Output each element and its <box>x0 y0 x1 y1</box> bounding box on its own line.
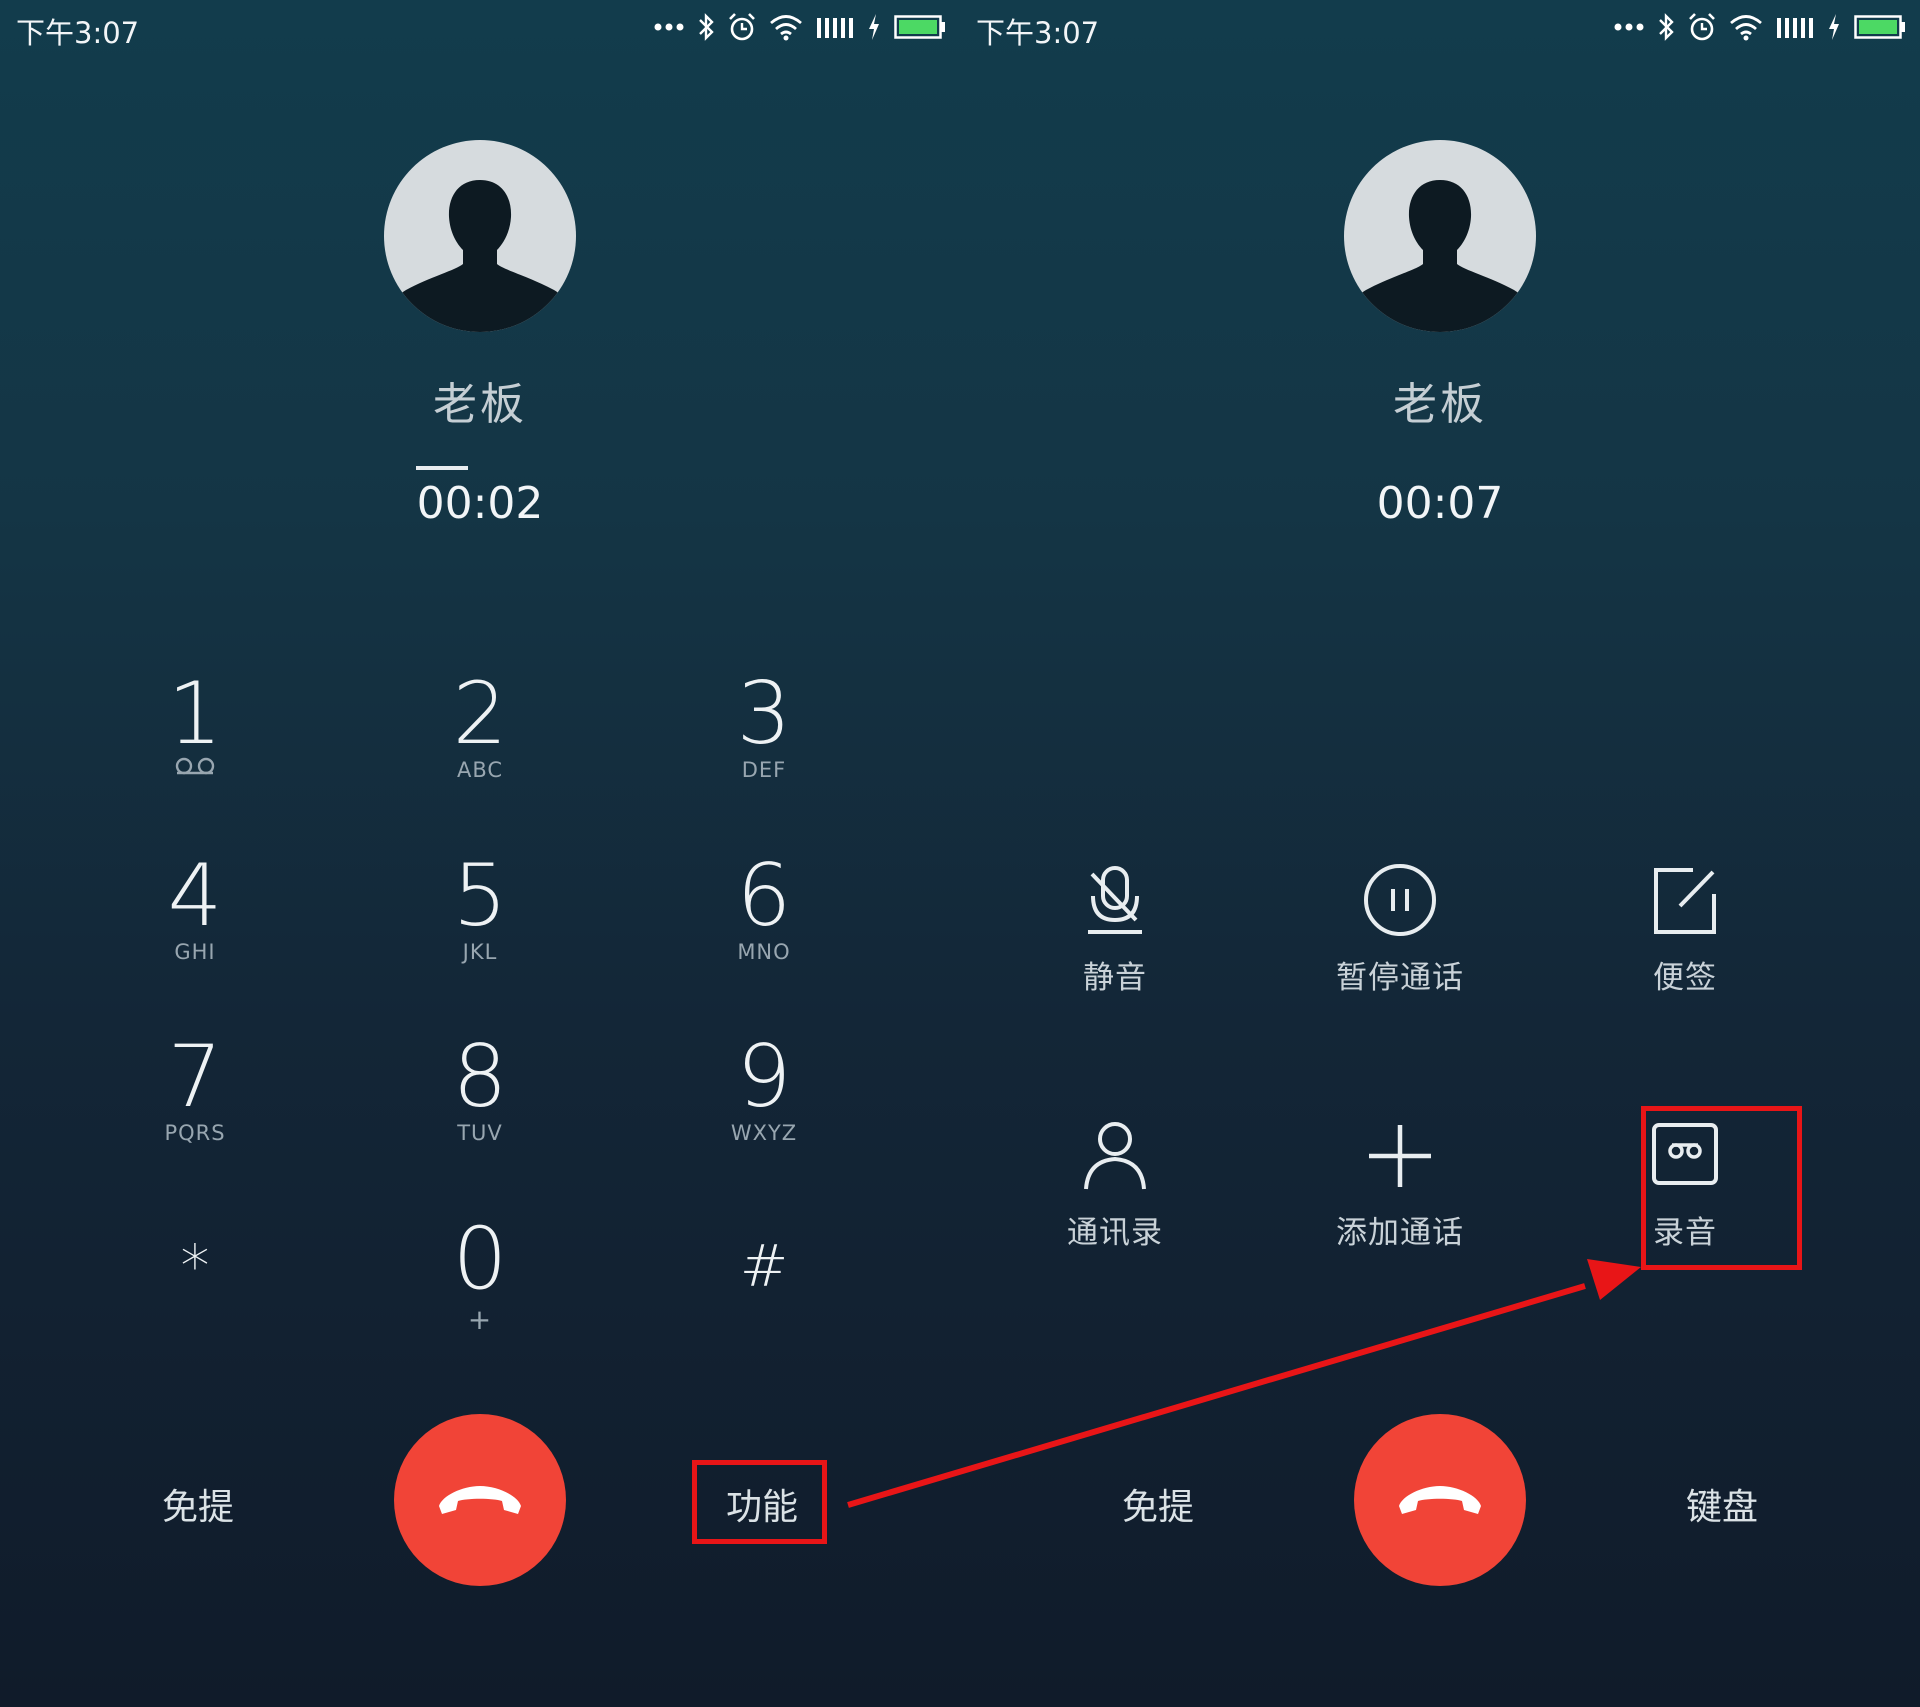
key-digit: 9 <box>736 1027 792 1127</box>
key-digit: * <box>180 1232 210 1300</box>
func-label: 暂停通话 <box>1336 960 1464 996</box>
contact-avatar <box>384 140 576 332</box>
status-bar: 下午3:07 <box>0 0 960 56</box>
key-digit: 6 <box>736 846 792 946</box>
key-star[interactable]: * <box>95 1220 295 1370</box>
key-letters: MNO <box>737 940 791 964</box>
battery-icon <box>894 15 945 39</box>
status-time: 下午3:07 <box>16 16 140 50</box>
func-label: 添加通话 <box>1336 1215 1464 1251</box>
key-digit: # <box>739 1232 789 1300</box>
key-letters: JKL <box>462 940 498 964</box>
call-screen-functions: 下午3:07 老板 00:07 静音 暂停通话 便签 通讯录 添加通话 录音 免… <box>960 0 1920 1707</box>
key-letters: GHI <box>174 940 216 964</box>
add-call-icon <box>1369 1125 1431 1187</box>
key-1[interactable]: 1 <box>95 668 295 818</box>
more-dots-icon <box>1614 23 1644 31</box>
key-letters: TUV <box>457 1121 503 1145</box>
func-label: 静音 <box>1083 960 1147 996</box>
speaker-button[interactable]: 免提 <box>108 1478 288 1530</box>
status-icons <box>1614 10 1906 44</box>
key-9[interactable]: 9 WXYZ <box>664 1031 864 1181</box>
add-call-button[interactable]: 添加通话 <box>1290 1117 1510 1287</box>
key-7[interactable]: 7 PQRS <box>95 1031 295 1181</box>
status-time: 下午3:07 <box>976 16 1100 50</box>
key-letters: DEF <box>741 758 787 782</box>
key-5[interactable]: 5 JKL <box>380 850 580 1000</box>
caller-info-divider <box>416 466 468 470</box>
pause-icon <box>1364 864 1436 936</box>
end-call-icon <box>1399 1486 1481 1514</box>
person-silhouette-icon <box>386 180 574 332</box>
alarm-icon <box>1689 13 1715 41</box>
key-letters: WXYZ <box>730 1121 798 1145</box>
contact-name: 老板 <box>433 379 527 430</box>
highlight-box-functions <box>692 1460 827 1544</box>
func-label: 便签 <box>1653 960 1717 996</box>
hold-call-button[interactable]: 暂停通话 <box>1290 862 1510 1032</box>
call-duration: 00:02 <box>416 478 544 529</box>
key-digit: 3 <box>736 664 792 764</box>
key-letters: + <box>467 1303 493 1336</box>
contact-name: 老板 <box>1393 379 1487 430</box>
note-button[interactable]: 便签 <box>1575 862 1795 1032</box>
status-icons <box>654 10 946 44</box>
key-2[interactable]: 2 ABC <box>380 668 580 818</box>
key-hash[interactable]: # <box>664 1220 864 1370</box>
call-screen-keypad: 下午3:07 老板 00:02 1 2 ABC 3 DEF 4 GHI 5 JK… <box>0 0 960 1707</box>
contacts-icon <box>1084 1122 1146 1190</box>
hangup-button[interactable] <box>1354 1414 1526 1586</box>
signal-icon <box>1777 18 1813 38</box>
battery-icon <box>1854 15 1905 39</box>
note-icon <box>1654 868 1716 934</box>
wifi-icon <box>1730 15 1762 41</box>
key-4[interactable]: 4 GHI <box>95 850 295 1000</box>
bluetooth-icon <box>1659 13 1674 41</box>
charging-icon <box>1829 14 1839 40</box>
speaker-button[interactable]: 免提 <box>1068 1478 1248 1530</box>
call-duration: 00:07 <box>1376 478 1504 529</box>
wifi-icon <box>770 15 802 41</box>
key-digit: 1 <box>167 664 223 764</box>
more-dots-icon <box>654 23 684 31</box>
key-digit: 4 <box>167 846 223 946</box>
voicemail-icon <box>175 757 215 775</box>
charging-icon <box>869 14 879 40</box>
key-letters: PQRS <box>164 1121 226 1145</box>
key-letters: ABC <box>456 758 504 782</box>
mute-mic-icon <box>1088 866 1142 934</box>
key-3[interactable]: 3 DEF <box>664 668 864 818</box>
key-digit: 7 <box>167 1027 223 1127</box>
end-call-icon <box>439 1486 521 1514</box>
keypad-button[interactable]: 键盘 <box>1632 1478 1812 1530</box>
key-8[interactable]: 8 TUV <box>380 1031 580 1181</box>
key-6[interactable]: 6 MNO <box>664 850 864 1000</box>
contacts-button[interactable]: 通讯录 <box>1005 1117 1225 1287</box>
alarm-icon <box>729 13 755 41</box>
contact-avatar <box>1344 140 1536 332</box>
highlight-box-record <box>1641 1106 1802 1270</box>
status-bar: 下午3:07 <box>960 0 1920 56</box>
key-0[interactable]: 0 + <box>380 1213 580 1363</box>
key-digit: 8 <box>452 1027 508 1127</box>
key-digit: 0 <box>452 1209 508 1309</box>
signal-icon <box>817 18 853 38</box>
mute-button[interactable]: 静音 <box>1005 862 1225 1032</box>
key-digit: 5 <box>452 846 508 946</box>
func-label: 通讯录 <box>1067 1215 1163 1251</box>
bluetooth-icon <box>699 13 714 41</box>
tutorial-screenshot: 下午3:07 老板 00:02 1 2 ABC 3 DEF 4 GHI 5 JK… <box>0 0 1920 1707</box>
person-silhouette-icon <box>1346 180 1534 332</box>
key-digit: 2 <box>452 664 508 764</box>
hangup-button[interactable] <box>394 1414 566 1586</box>
